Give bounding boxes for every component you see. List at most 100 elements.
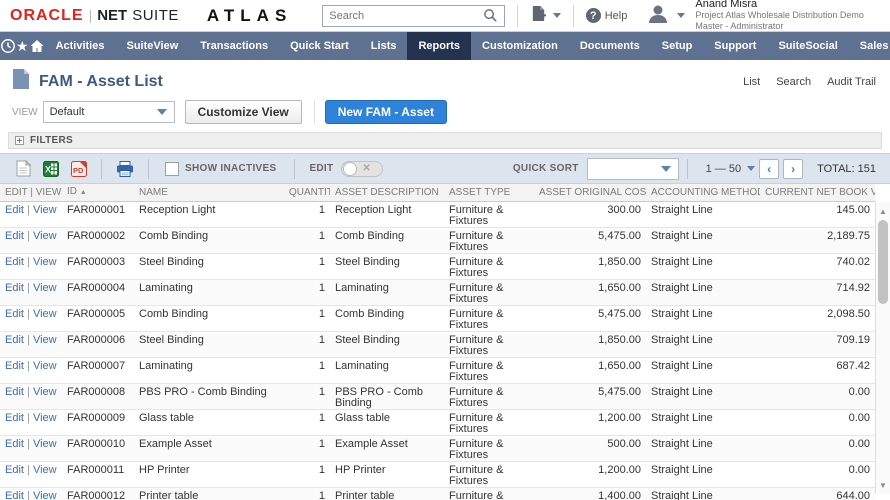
nav-menu-item[interactable]: Setup: [651, 32, 704, 60]
edit-link[interactable]: Edit: [5, 308, 24, 320]
edit-link[interactable]: Edit: [5, 360, 24, 372]
col-header-net-book-value[interactable]: CURRENT NET BOOK VALUE: [760, 184, 875, 202]
user-avatar-icon[interactable]: [645, 3, 671, 28]
col-header-id[interactable]: ID ▲: [62, 183, 134, 202]
edit-link[interactable]: Edit: [5, 438, 24, 450]
nav-menu-item[interactable]: Quick Start: [279, 32, 360, 60]
filters-bar[interactable]: FILTERS: [8, 132, 882, 149]
filters-expand-icon[interactable]: [15, 136, 24, 145]
next-page-button[interactable]: ›: [783, 159, 803, 179]
new-fam-asset-button[interactable]: New FAM - Asset: [325, 100, 447, 124]
col-header-name[interactable]: NAME: [134, 184, 284, 202]
nav-menu-item[interactable]: Sales: [849, 32, 890, 60]
edit-toggle-x-icon: ✕: [362, 163, 370, 174]
customize-view-button[interactable]: Customize View: [185, 100, 302, 124]
asset-description: Laminating: [330, 280, 444, 294]
create-new-icon[interactable]: [530, 5, 547, 27]
edit-link[interactable]: Edit: [5, 386, 24, 398]
asset-name: HP Printer: [134, 462, 284, 476]
view-link[interactable]: View: [33, 360, 57, 372]
edit-link[interactable]: Edit: [5, 230, 24, 242]
asset-original-cost: 1,650.00: [534, 280, 646, 294]
nav-menu-item[interactable]: Documents: [569, 32, 651, 60]
home-icon[interactable]: [29, 32, 45, 60]
view-link[interactable]: View: [33, 412, 57, 424]
page-link[interactable]: Search: [776, 76, 811, 88]
page-range[interactable]: 1 — 50: [706, 163, 741, 175]
page-range-caret-icon[interactable]: [747, 166, 755, 171]
nav-menu-item[interactable]: SuiteView: [115, 32, 189, 60]
col-header-description[interactable]: ASSET DESCRIPTION: [330, 184, 444, 202]
export-pdf-icon[interactable]: PD: [71, 161, 87, 177]
sort-asc-icon: ▲: [80, 189, 87, 196]
nav-menu-item[interactable]: Reports: [407, 32, 471, 60]
edit-link[interactable]: Edit: [5, 204, 24, 216]
help-label: Help: [605, 10, 628, 22]
shortcuts-star-icon[interactable]: ★: [16, 32, 29, 60]
page-link[interactable]: List: [743, 76, 760, 88]
user-menu-caret-icon[interactable]: [677, 13, 685, 18]
asset-quantity: 1: [284, 306, 330, 320]
edit-link[interactable]: Edit: [5, 334, 24, 346]
scroll-down-icon[interactable]: ▼: [876, 478, 890, 492]
create-new-caret-icon[interactable]: [553, 13, 561, 18]
accounting-method: Straight Line: [646, 384, 760, 398]
help-icon[interactable]: ?: [586, 8, 601, 23]
col-header-accounting-method[interactable]: ACCOUNTING METHOD: [646, 184, 760, 202]
list-toolbar: X PD SHOW INACTIVES EDIT ✕ QUICK SORT 1 …: [0, 153, 890, 184]
nav-menu-item[interactable]: Lists: [360, 32, 408, 60]
col-header-original-cost[interactable]: ASSET ORIGINAL COST: [534, 184, 646, 202]
view-link[interactable]: View: [33, 282, 57, 294]
view-link[interactable]: View: [33, 386, 57, 398]
help-button[interactable]: ? Help: [586, 8, 628, 23]
view-link[interactable]: View: [33, 230, 57, 242]
view-link[interactable]: View: [33, 464, 57, 476]
view-link[interactable]: View: [33, 438, 57, 450]
nav-menu-item-label: Support: [714, 40, 756, 52]
nav-menu-item[interactable]: Customization: [471, 32, 569, 60]
nav-menu-item[interactable]: Activities: [45, 32, 116, 60]
print-icon[interactable]: [116, 161, 134, 177]
show-inactives-checkbox[interactable]: [165, 162, 179, 176]
edit-link[interactable]: Edit: [5, 464, 24, 476]
global-search[interactable]: [322, 5, 505, 27]
nav-menu-item[interactable]: SuiteSocial: [767, 32, 848, 60]
edit-toggle[interactable]: ✕: [341, 161, 383, 177]
view-link[interactable]: View: [33, 204, 57, 216]
table-row: Edit | View FAR000006 Steel Binding 1 St…: [0, 332, 875, 358]
vertical-scrollbar[interactable]: ▲ ▼: [875, 202, 890, 494]
edit-link[interactable]: Edit: [5, 412, 24, 424]
view-link[interactable]: View: [33, 490, 57, 500]
col-header-quantity[interactable]: QUANTITY: [284, 184, 330, 202]
recent-records-icon[interactable]: [0, 32, 16, 60]
table-row: Edit | View FAR000005 Comb Binding 1 Com…: [0, 306, 875, 332]
view-link[interactable]: View: [33, 334, 57, 346]
edit-link[interactable]: Edit: [5, 282, 24, 294]
view-link[interactable]: View: [33, 256, 57, 268]
export-excel-icon[interactable]: X: [43, 161, 59, 177]
nav-menu-item[interactable]: Transactions: [189, 32, 279, 60]
search-icon[interactable]: [483, 8, 498, 23]
export-csv-icon[interactable]: [16, 160, 31, 177]
asset-quantity: 1: [284, 410, 330, 424]
scrollbar-thumb[interactable]: [878, 220, 888, 304]
scroll-up-icon[interactable]: ▲: [876, 204, 890, 218]
edit-link[interactable]: Edit: [5, 256, 24, 268]
view-controls: VIEW Default Customize View New FAM - As…: [0, 96, 890, 130]
asset-type: Furniture & Fixtures: [444, 332, 534, 357]
create-new-menu[interactable]: [530, 5, 561, 27]
view-select[interactable]: Default: [43, 101, 175, 123]
asset-original-cost: 1,850.00: [534, 254, 646, 268]
row-actions: Edit | View: [0, 462, 62, 476]
user-menu[interactable]: [645, 3, 685, 28]
prev-page-button[interactable]: ‹: [759, 159, 779, 179]
edit-link[interactable]: Edit: [5, 490, 24, 500]
nav-menu-item[interactable]: Support: [703, 32, 767, 60]
current-net-book-value: 2,189.75: [760, 228, 875, 242]
view-link[interactable]: View: [33, 308, 57, 320]
search-input[interactable]: [323, 6, 477, 26]
page-link[interactable]: Audit Trail: [827, 76, 876, 88]
col-header-asset-type[interactable]: ASSET TYPE: [444, 184, 534, 202]
quick-sort-select[interactable]: [587, 158, 679, 180]
row-actions: Edit | View: [0, 228, 62, 242]
